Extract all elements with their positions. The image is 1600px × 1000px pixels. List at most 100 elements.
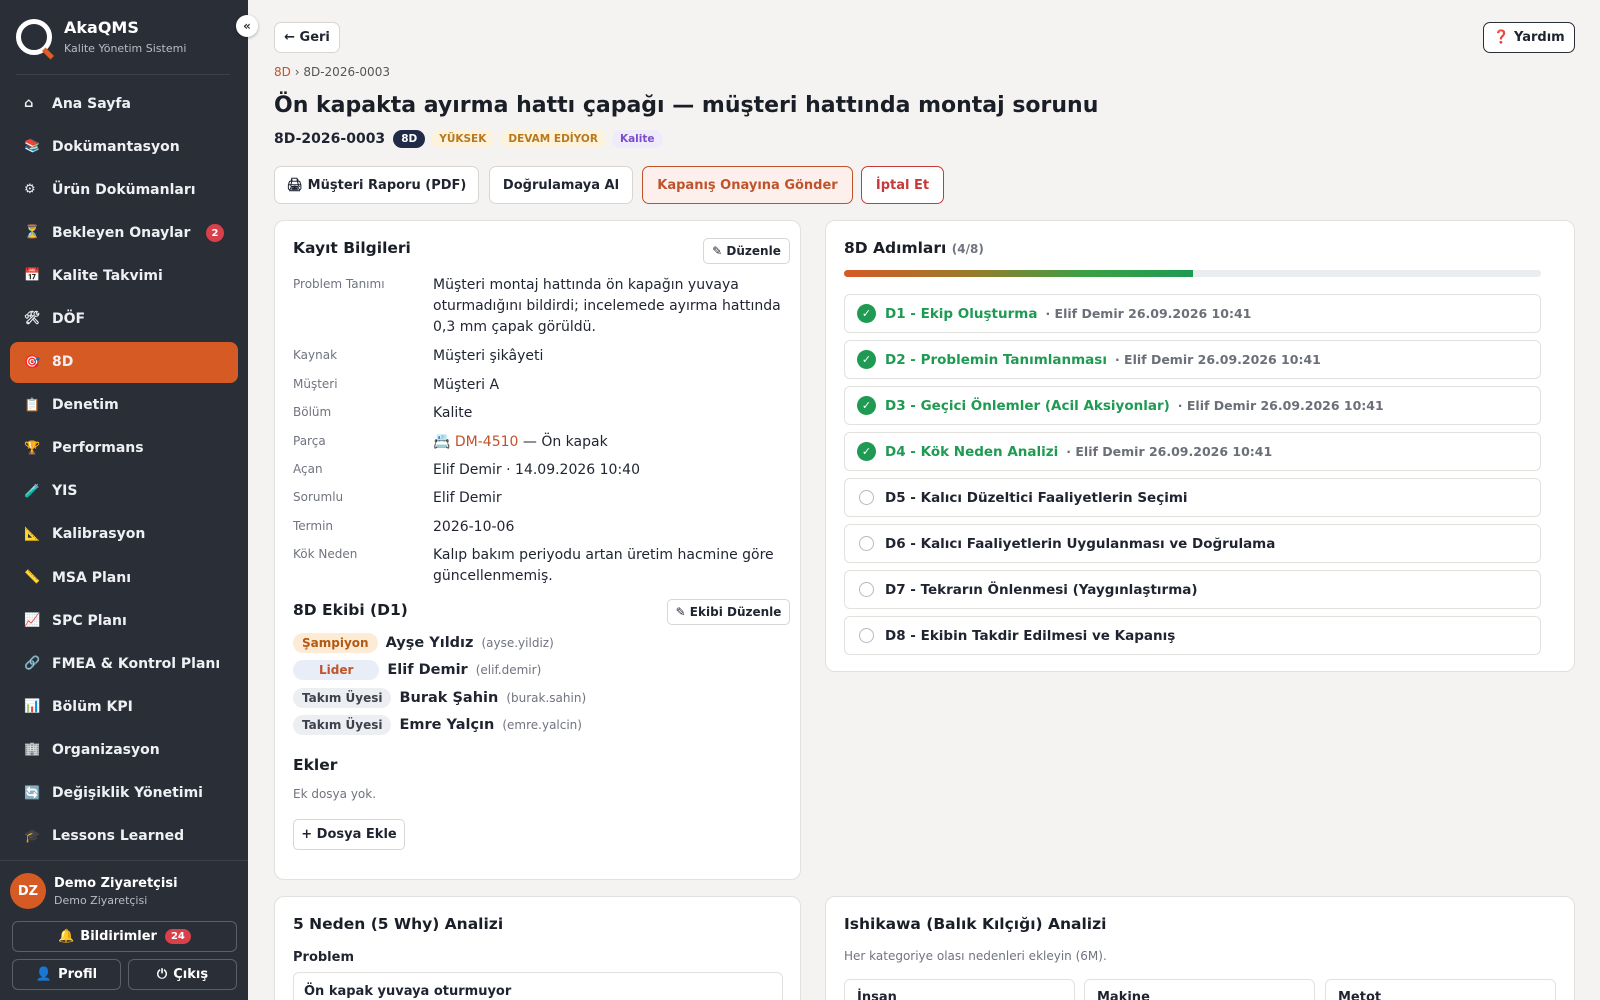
- cancel-record-button[interactable]: İptal Et: [861, 166, 944, 204]
- field-parca: Parça 📇 DM-4510 — Ön kapak: [293, 432, 783, 454]
- sidebar-item-label: Kalite Takvimi: [52, 267, 163, 284]
- sidebar-item-lessons-learned[interactable]: 🎓 Lessons Learned: [10, 816, 238, 857]
- help-button[interactable]: ❓ Yardım: [1483, 22, 1575, 53]
- calendar-icon: 📅: [24, 268, 41, 284]
- step-meta: · Elif Demir 26.09.2026 10:41: [1114, 352, 1321, 367]
- sidebar-item-kalite-takvimi[interactable]: 📅 Kalite Takvimi: [10, 255, 238, 296]
- sidebar: AkaQMS Kalite Yönetim Sistemi « ⌂ Ana Say…: [0, 0, 258, 1000]
- sidebar-item-dof[interactable]: 🛠 DÖF: [10, 298, 238, 339]
- sidebar-item-ana-sayfa[interactable]: ⌂ Ana Sayfa: [10, 83, 238, 124]
- tools-icon: 🛠: [24, 311, 41, 327]
- sidebar-item-urun-dokumanlari[interactable]: ⚙ Ürün Dokümanları: [10, 169, 238, 210]
- edit-team-button[interactable]: ✎ Ekibi Düzenle: [667, 599, 790, 625]
- step-d2[interactable]: ✓ D2 - Problemin Tanımlanması · Elif Demir…: [844, 340, 1541, 379]
- profile-button[interactable]: 👤 Profil: [12, 959, 121, 990]
- sidebar-item-label: Bölüm KPI: [52, 698, 133, 715]
- sidebar-item-denetim[interactable]: 📋 Denetim: [10, 385, 238, 426]
- app-logo[interactable]: AkaQMS Kalite Yönetim Sistemi: [16, 18, 186, 55]
- sidebar-item-fmea[interactable]: 🔗 FMEA & Kontrol Planı: [10, 643, 238, 684]
- sidebar-nav: ⌂ Ana Sayfa 📚 Dokümantasyon ⚙ Ürün Dokümanl…: [10, 83, 238, 859]
- step-d6[interactable]: D6 - Kalıcı Faaliyetlerin Uygulanması ve…: [844, 524, 1541, 563]
- target-icon: 🎯: [24, 354, 41, 370]
- step-d4[interactable]: ✓ D4 - Kök Neden Analizi · Elif Demir 26.0…: [844, 432, 1541, 471]
- priority-badge: YÜKSEK: [431, 130, 495, 148]
- category-metot[interactable]: Metot: [1325, 979, 1556, 1000]
- department-badge: Kalite: [611, 130, 663, 148]
- team-member: Takım Üyesi Burak Şahin (burak.sahin): [293, 686, 586, 710]
- team-member: Lider Elif Demir (elif.demir): [293, 658, 541, 682]
- member-name: Burak Şahin: [399, 690, 499, 706]
- sidebar-item-label: Ana Sayfa: [52, 95, 131, 112]
- sidebar-item-degisiklik-yonetimi[interactable]: 🔄 Değişiklik Yönetimi: [10, 773, 238, 814]
- verify-button[interactable]: Doğrulamaya Al: [489, 166, 633, 204]
- profile-label: Profil: [58, 967, 98, 982]
- field-label: Sorumlu: [293, 490, 344, 504]
- record-info-card: Kayıt Bilgileri ✎ Düzenle Problem Tanımı…: [274, 220, 801, 880]
- sidebar-item-label: Bekleyen Onaylar: [52, 224, 191, 241]
- field-value: Müşteri şikâyeti: [433, 348, 544, 364]
- field-kaynak: Kaynak Müşteri şikâyeti: [293, 346, 783, 368]
- sidebar-item-yis[interactable]: 🧪 YIS: [10, 471, 238, 512]
- field-value: Müşteri A: [433, 377, 500, 393]
- add-file-button[interactable]: + Dosya Ekle: [293, 819, 405, 850]
- check-icon: ✓: [857, 304, 876, 323]
- ishikawa-card: Ishikawa (Balık Kılçığı) Analizi Her kat…: [825, 896, 1575, 1000]
- trophy-icon: 🏆: [24, 440, 41, 456]
- role-badge: Takım Üyesi: [293, 688, 392, 708]
- sidebar-item-spc-plani[interactable]: 📈 SPC Planı: [10, 600, 238, 641]
- step-d5[interactable]: D5 - Kalıcı Düzeltici Faaliyetlerin Seçi…: [844, 478, 1541, 517]
- step-label: D7 - Tekrarın Önlenmesi (Yaygınlaştırma): [885, 581, 1198, 598]
- notifications-button[interactable]: 🔔 Bildirimler 24: [12, 921, 237, 952]
- books-icon: 📚: [24, 139, 41, 155]
- member-username: (burak.sahin): [506, 691, 587, 705]
- home-icon: ⌂: [24, 96, 34, 111]
- ruler-icon: 📏: [24, 570, 41, 586]
- avatar: DZ: [10, 873, 46, 909]
- logout-button[interactable]: ⏻ Çıkış: [128, 959, 237, 990]
- user-info: DZ Demo Ziyaretçisi Demo Ziyaretçisi: [10, 873, 178, 909]
- step-label: D5 - Kalıcı Düzeltici Faaliyetlerin Seçi…: [885, 489, 1188, 506]
- back-button[interactable]: ← Geri: [274, 22, 340, 53]
- step-label: D8 - Ekibin Takdir Edilmesi ve Kapanış: [885, 627, 1176, 644]
- category-insan[interactable]: İnsan: [844, 979, 1075, 1000]
- field-label: Kaynak: [293, 348, 338, 362]
- step-d7[interactable]: D7 - Tekrarın Önlenmesi (Yaygınlaştırma): [844, 570, 1541, 609]
- member-name: Emre Yalçın: [399, 717, 495, 733]
- send-closure-approval-button[interactable]: Kapanış Onayına Gönder: [642, 166, 853, 204]
- sidebar-item-kalibrasyon[interactable]: 📐 Kalibrasyon: [10, 514, 238, 555]
- part-name: — Ön kapak: [522, 434, 608, 450]
- customer-report-button[interactable]: 🖨 Müşteri Raporu (PDF): [274, 166, 479, 204]
- attachments-empty: Ek dosya yok.: [293, 787, 377, 801]
- step-d3[interactable]: ✓ D3 - Geçici Önlemler (Acil Aksiyonlar) ·…: [844, 386, 1541, 425]
- ishikawa-hint: Her kategoriye olası nedenleri ekleyin (…: [844, 949, 1107, 963]
- sidebar-item-performans[interactable]: 🏆 Performans: [10, 428, 238, 469]
- sidebar-item-organizasyon[interactable]: 🏢 Organizasyon: [10, 729, 238, 770]
- sidebar-item-bolum-kpi[interactable]: 📊 Bölüm KPI: [10, 686, 238, 727]
- sidebar-item-bekleyen-onaylar[interactable]: ⏳ Bekleyen Onaylar 2: [10, 212, 238, 253]
- field-value: Müşteri montaj hattında ön kapağın yuvay…: [433, 277, 781, 335]
- circle-icon: [859, 628, 874, 643]
- field-label: Parça: [293, 434, 326, 448]
- field-label: Termin: [293, 519, 334, 533]
- circle-icon: [859, 582, 874, 597]
- collapse-sidebar-button[interactable]: «: [236, 15, 258, 37]
- steps-count: (4/8): [951, 242, 984, 256]
- sidebar-item-label: Dokümantasyon: [52, 138, 180, 155]
- sidebar-item-msa-plani[interactable]: 📏 MSA Planı: [10, 557, 238, 598]
- role-badge: Lider: [293, 660, 380, 680]
- edit-record-button[interactable]: ✎ Düzenle: [703, 238, 790, 264]
- sidebar-item-8d[interactable]: 🎯 8D: [10, 341, 238, 383]
- part-link[interactable]: DM-4510: [455, 434, 519, 450]
- link-icon: 🔗: [24, 656, 41, 672]
- step-d1[interactable]: ✓ D1 - Ekip Oluşturma · Elif Demir 26.09.2…: [844, 294, 1541, 333]
- step-meta: · Elif Demir 26.09.2026 10:41: [1066, 444, 1273, 459]
- member-username: (ayse.yildiz): [481, 636, 554, 650]
- breadcrumb-root-link[interactable]: 8D: [274, 65, 291, 79]
- field-musteri: Müşteri Müşteri A: [293, 375, 783, 397]
- sidebar-item-dokumantasyon[interactable]: 📚 Dokümantasyon: [10, 126, 238, 167]
- step-d8[interactable]: D8 - Ekibin Takdir Edilmesi ve Kapanış: [844, 616, 1541, 655]
- role-badge: Şampiyon: [293, 633, 378, 653]
- check-icon: ✓: [857, 350, 876, 369]
- problem-input[interactable]: Ön kapak yuvaya oturmuyor: [293, 972, 783, 1000]
- category-makine[interactable]: Makine: [1084, 979, 1315, 1000]
